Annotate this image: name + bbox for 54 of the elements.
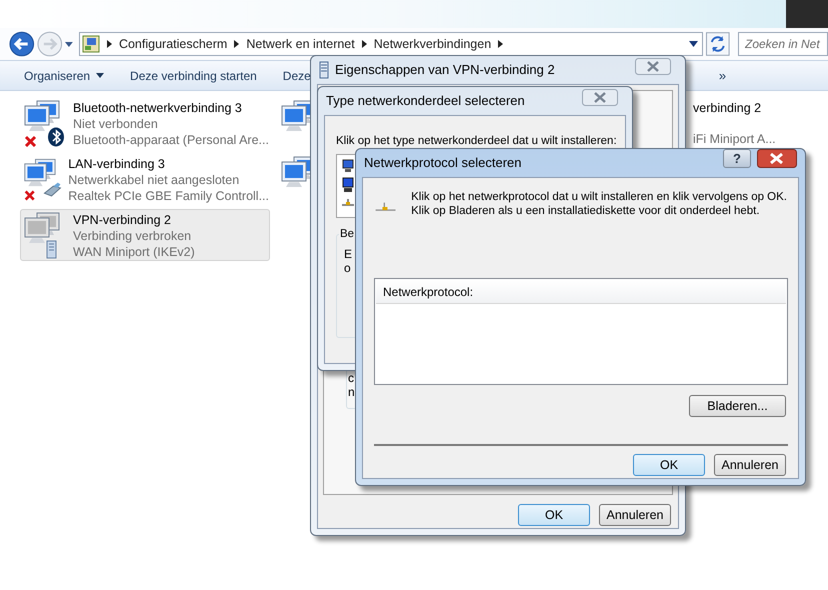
connection-status: Verbinding verbroken <box>73 228 192 244</box>
instruction-text: Klik op het netwerkprotocol dat u wilt installeren en klik vervolgens op OK. <box>411 190 787 204</box>
dialog-title: Eigenschappen van VPN-verbinding 2 <box>335 61 555 80</box>
overflow-chevron[interactable]: » <box>718 66 726 86</box>
toolbar-button[interactable]: Organiseren <box>16 64 112 88</box>
control-panel-icon <box>82 35 100 53</box>
server-icon <box>319 61 329 79</box>
connection-item[interactable]: LAN-verbinding 3 Netwerkkabel niet aangesloten Realtek PCIe GBE Family Controll... <box>20 153 270 205</box>
dialog-button[interactable]: OK <box>633 454 705 476</box>
dialog-button[interactable]: Annuleren <box>714 454 786 476</box>
dialog-title: Netwerkprotocol selecteren <box>364 154 522 172</box>
dropdown-icon[interactable] <box>64 40 74 48</box>
connection-label: verbinding 2 <box>693 100 762 117</box>
toolbar-button[interactable]: Deze <box>274 64 319 88</box>
connection-device: Realtek PCIe GBE Family Controll... <box>68 188 269 204</box>
connection-name: Bluetooth-netwerkverbinding 3 <box>73 100 243 116</box>
refresh-icon[interactable] <box>706 32 730 56</box>
instruction-text: Klik op Bladeren als u een installatiediskette voor dit onderdeel hebt. <box>411 204 761 218</box>
breadcrumb-arrow-icon[interactable] <box>362 40 367 48</box>
instruction-text: Klik op het type netwerkonderdeel dat u wilt installeren: <box>336 134 617 148</box>
text-fragment: E <box>344 247 354 261</box>
back-icon[interactable] <box>9 31 35 57</box>
connection-item[interactable]: VPN-verbinding 2 Verbinding verbroken WAN Miniport (IKEv2) <box>20 209 270 261</box>
connection-label: iFi Miniport A... <box>693 130 776 148</box>
connection-item[interactable]: Bluetooth-netwerkverbinding 3 Niet verbonden Bluetooth-apparaat (Personal Are... <box>20 97 270 149</box>
dialog-button[interactable]: Annuleren <box>599 504 671 526</box>
connection-name: VPN-verbinding 2 <box>73 212 172 228</box>
dialog-button[interactable]: OK <box>518 504 590 526</box>
computer-icon <box>342 177 354 193</box>
connection-device: WAN Miniport (IKEv2) <box>73 244 195 260</box>
breadcrumb-arrow-icon[interactable] <box>234 40 240 48</box>
breadcrumb-link[interactable]: Netwerkverbindingen <box>374 34 492 54</box>
caret-icon <box>96 73 104 78</box>
dropdown-icon[interactable] <box>689 41 698 47</box>
text-fragment: c <box>348 371 355 385</box>
network-protocol-icon <box>342 197 354 207</box>
connection-name: LAN-verbinding 3 <box>68 156 166 172</box>
breadcrumb-link[interactable]: Netwerk en internet <box>246 34 355 54</box>
breadcrumb-arrow-icon[interactable] <box>498 40 504 48</box>
search-field[interactable]: Zoeken in Net <box>738 32 828 56</box>
connection-device: Bluetooth-apparaat (Personal Are... <box>73 132 269 148</box>
dialog-title: Type netwerkonderdeel selecteren <box>326 92 525 110</box>
help-button[interactable]: ? <box>723 149 751 168</box>
connection-status: Niet verbonden <box>73 116 159 132</box>
breadcrumb-arrow-icon[interactable] <box>106 40 112 48</box>
browse-button[interactable]: Bladeren... <box>689 395 786 417</box>
text-fragment: o <box>344 261 352 275</box>
breadcrumb-link[interactable]: Configuratiescherm <box>118 34 228 54</box>
text-fragment: n <box>348 385 356 399</box>
toolbar-button[interactable]: Deze verbinding starten <box>122 64 265 88</box>
connection-status: Netwerkkabel niet aangesloten <box>68 172 240 188</box>
close-button[interactable] <box>757 149 797 168</box>
computer-icon <box>342 159 354 173</box>
address-bar[interactable]: Configuratiescherm Netwerk en internet Netwerkverbindingen <box>78 32 704 56</box>
